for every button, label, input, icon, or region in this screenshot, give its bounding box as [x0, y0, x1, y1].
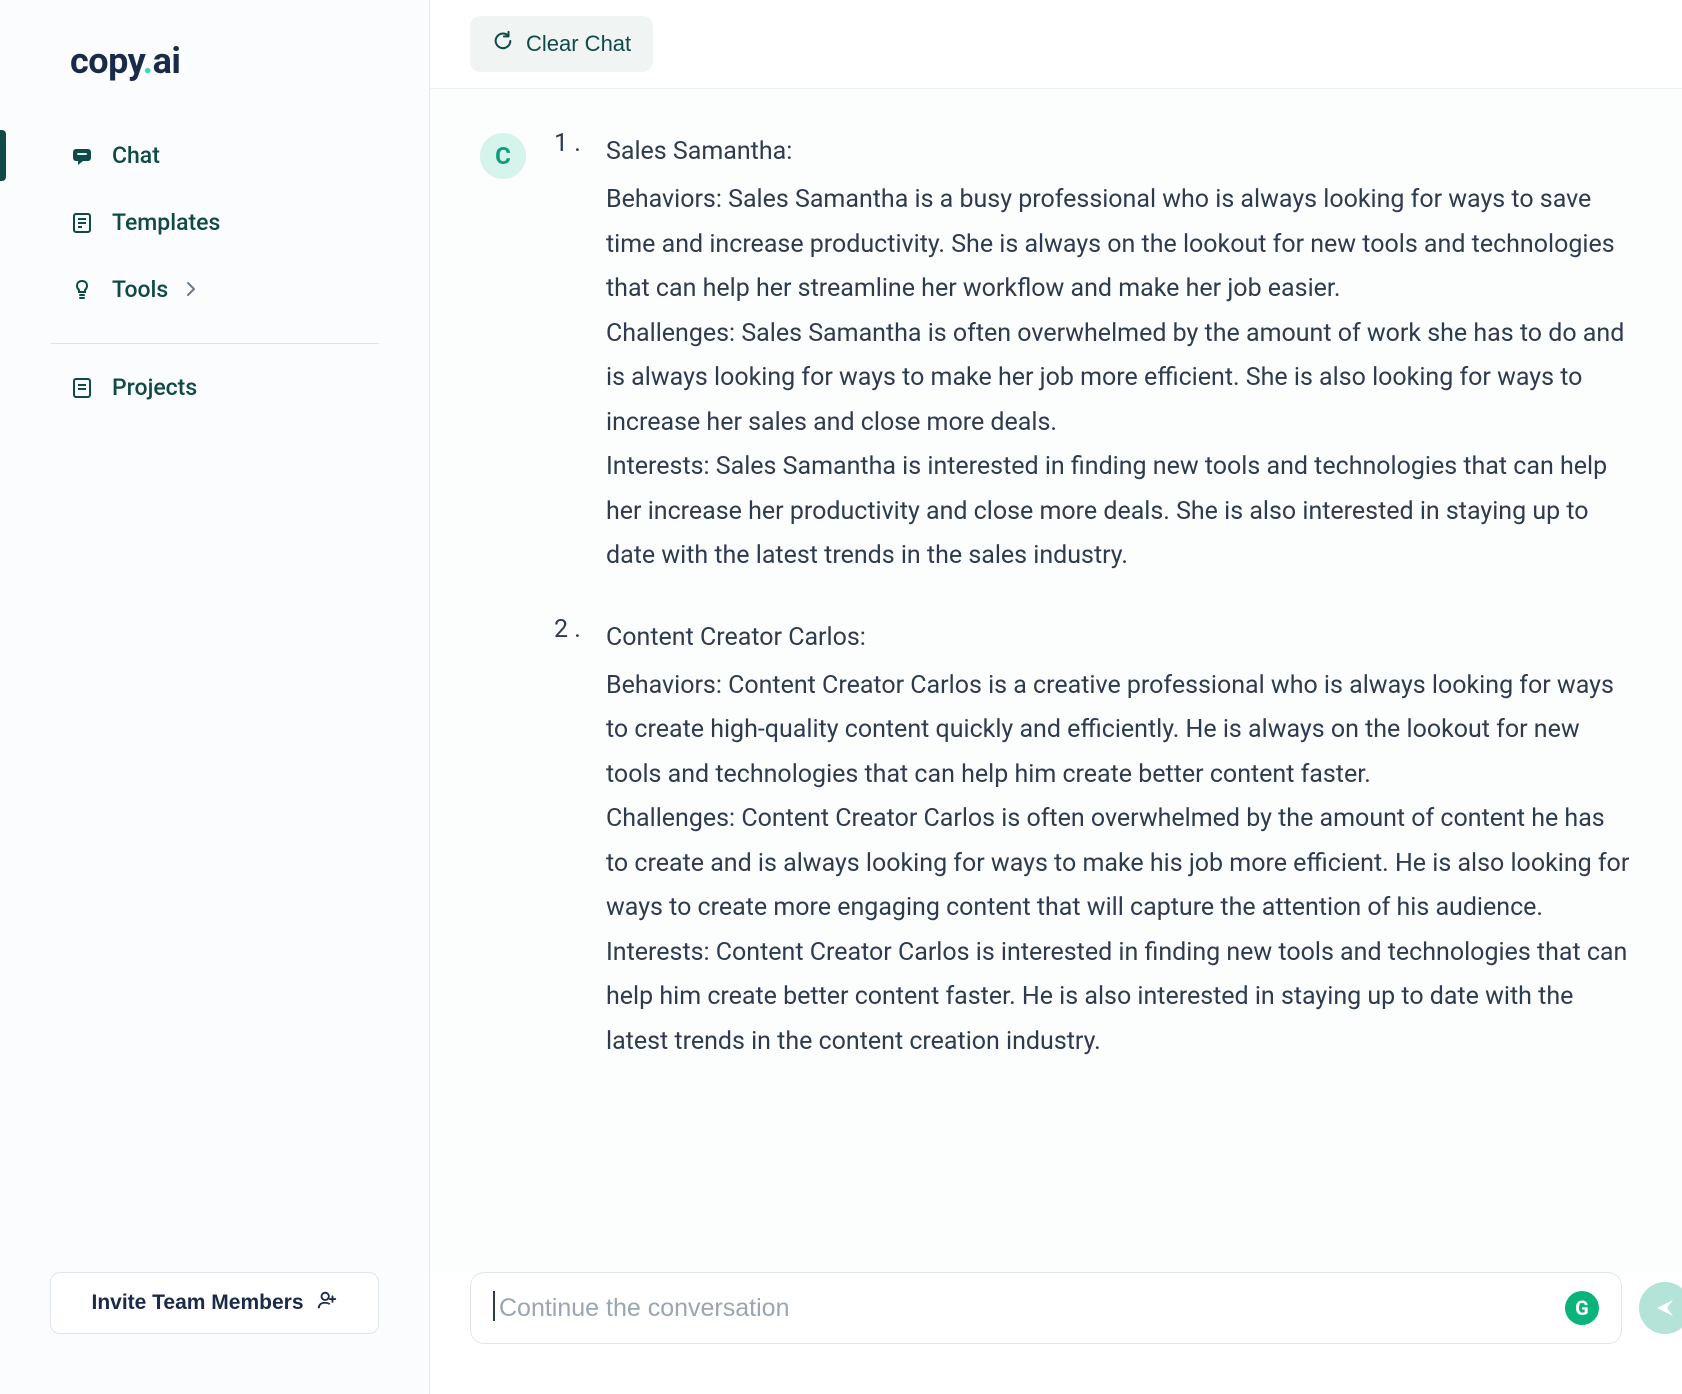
projects-icon [70, 376, 94, 400]
sidebar-item-templates[interactable]: Templates [0, 189, 429, 256]
chat-input[interactable] [493, 1294, 1551, 1323]
logo: copy.ai [0, 40, 429, 122]
input-bar: G [430, 1272, 1682, 1394]
sidebar-item-tools[interactable]: Tools [0, 256, 429, 323]
list-item: 1 . Sales Samantha: Behaviors: Sales Sam… [546, 129, 1632, 579]
invite-label: Invite Team Members [91, 1291, 303, 1315]
main-content: Clear Chat C 1 . Sales Samantha: Behavio… [430, 0, 1682, 1394]
sidebar-item-label: Chat [112, 142, 160, 169]
list-number: 1 . [554, 129, 581, 158]
send-button[interactable] [1639, 1282, 1682, 1334]
grammarly-icon[interactable]: G [1565, 1291, 1599, 1325]
clear-chat-label: Clear Chat [526, 31, 631, 57]
clear-chat-button[interactable]: Clear Chat [470, 16, 653, 72]
persona-list: 1 . Sales Samantha: Behaviors: Sales Sam… [546, 129, 1632, 1064]
persona-behaviors: Behaviors: Content Creator Carlos is a c… [606, 664, 1632, 798]
sidebar-item-label: Projects [112, 374, 197, 401]
logo-prefix: copy [70, 40, 143, 82]
main-nav: Chat Templates To [0, 122, 429, 323]
logo-suffix: ai [153, 40, 181, 82]
logo-dot: . [143, 40, 153, 82]
sidebar-item-label: Tools [112, 276, 168, 303]
person-plus-icon [316, 1289, 338, 1317]
list-number: 2 . [554, 615, 581, 644]
sidebar-item-label: Templates [112, 209, 220, 236]
send-icon [1653, 1296, 1677, 1320]
input-wrapper: G [470, 1272, 1622, 1344]
sidebar-item-projects[interactable]: Projects [0, 354, 429, 421]
persona-challenges: Challenges: Content Creator Carlos is of… [606, 797, 1632, 931]
list-item: 2 . Content Creator Carlos: Behaviors: C… [546, 615, 1632, 1065]
persona-title: Sales Samantha: [606, 129, 1632, 174]
persona-behaviors: Behaviors: Sales Samantha is a busy prof… [606, 178, 1632, 312]
grammarly-letter: G [1575, 1296, 1589, 1320]
assistant-message: C 1 . Sales Samantha: Behaviors: Sales S… [480, 129, 1632, 1100]
divider [50, 343, 379, 344]
refresh-icon [492, 30, 514, 58]
chevron-right-icon [186, 276, 196, 303]
sidebar-footer: Invite Team Members [0, 1242, 429, 1394]
tools-icon [70, 278, 94, 302]
persona-interests: Interests: Sales Samantha is interested … [606, 445, 1632, 579]
persona-challenges: Challenges: Sales Samantha is often over… [606, 312, 1632, 446]
message-body: 1 . Sales Samantha: Behaviors: Sales Sam… [546, 129, 1632, 1100]
invite-team-button[interactable]: Invite Team Members [50, 1272, 379, 1334]
persona-interests: Interests: Content Creator Carlos is int… [606, 931, 1632, 1065]
chat-icon [70, 144, 94, 168]
sidebar: copy.ai Chat [0, 0, 430, 1394]
avatar: C [480, 133, 526, 179]
chat-area[interactable]: C 1 . Sales Samantha: Behaviors: Sales S… [430, 89, 1682, 1272]
persona-title: Content Creator Carlos: [606, 615, 1632, 660]
avatar-letter: C [495, 142, 511, 170]
text-cursor [493, 1291, 495, 1321]
sidebar-item-chat[interactable]: Chat [0, 122, 429, 189]
toolbar: Clear Chat [430, 0, 1682, 89]
logo-text: copy.ai [70, 40, 180, 82]
templates-icon [70, 211, 94, 235]
